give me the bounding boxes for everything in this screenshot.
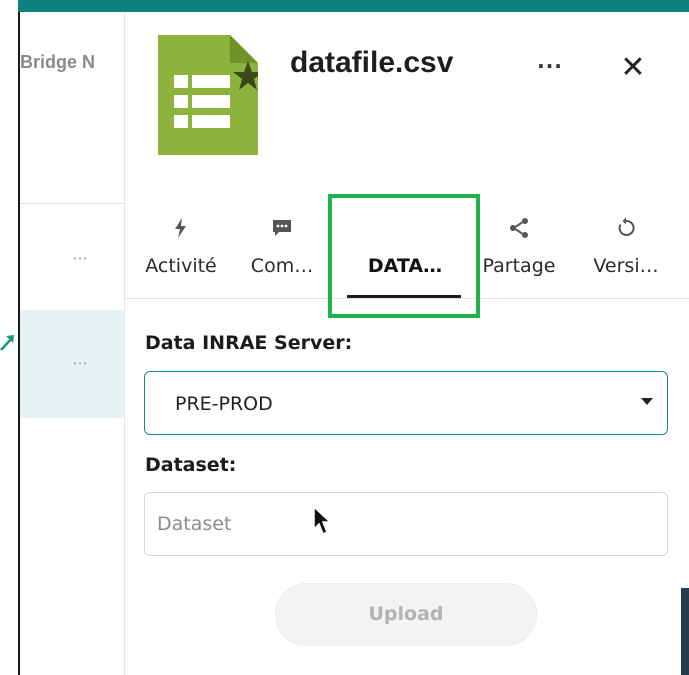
tab-label: DATA… (367, 255, 443, 277)
tab-activity[interactable]: Activité (135, 209, 227, 299)
close-button[interactable]: ✕ (615, 52, 651, 84)
list-divider (20, 203, 125, 204)
upload-button[interactable]: Upload (275, 583, 537, 646)
tab-label: Activité (145, 255, 217, 277)
tab-data[interactable]: DATA… (347, 209, 463, 299)
tab-comments[interactable]: Com… (243, 209, 321, 299)
list-item[interactable]: ··· (20, 235, 125, 287)
sidebar-tabs: Activité Com… DATA… Partage Versi… (125, 209, 689, 299)
row-more-button[interactable]: ··· (60, 249, 100, 269)
more-actions-button[interactable]: ··· (533, 54, 567, 82)
server-select-value: PRE-PROD (175, 393, 273, 415)
dataset-label: Dataset: (145, 454, 237, 476)
server-select[interactable]: PRE-PROD (144, 371, 668, 435)
tab-sharing[interactable]: Partage (473, 209, 565, 299)
server-label: Data INRAE Server: (145, 332, 353, 354)
app-top-bar (18, 0, 689, 12)
file-details-sidebar: datafile.csv ··· ✕ Activité Com… DATA… P… (125, 12, 689, 675)
tab-label: Partage (482, 255, 556, 277)
row-more-button[interactable]: ··· (60, 354, 100, 374)
dataset-input[interactable] (144, 492, 668, 556)
pointer-arrow-icon (0, 335, 14, 351)
tab-label: Versi… (593, 255, 659, 277)
spreadsheet-icon (158, 35, 258, 155)
file-name-title: datafile.csv (290, 46, 454, 79)
background-window-edge (681, 588, 689, 675)
caret-down-icon (641, 398, 653, 405)
file-list-column-header: Bridge N (20, 52, 96, 72)
active-tab-indicator (347, 295, 461, 298)
history-icon (618, 217, 635, 236)
lightning-icon (175, 218, 186, 238)
list-item-selected[interactable]: ··· (20, 310, 125, 418)
tab-label: Com… (250, 255, 314, 277)
share-icon (510, 218, 528, 238)
comment-icon (273, 220, 291, 236)
file-list-pane: Bridge N ··· ··· (20, 12, 125, 675)
tab-versions[interactable]: Versi… (582, 209, 670, 299)
